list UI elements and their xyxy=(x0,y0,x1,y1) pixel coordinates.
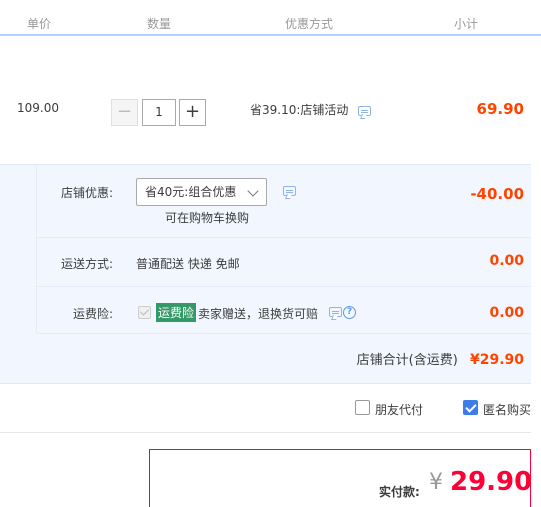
chat-icon[interactable] xyxy=(283,186,296,196)
divider xyxy=(37,286,531,287)
shop-total-label: 店铺合计(含运费) xyxy=(356,353,458,368)
shop-discount-label: 店铺优惠: xyxy=(61,186,114,200)
anonymous-label[interactable]: 匿名购买 xyxy=(483,401,531,418)
shop-total-amount: ¥29.90 xyxy=(469,352,524,368)
shop-discount-select[interactable]: 省40元:组合优惠 xyxy=(136,178,267,206)
shipping-insurance-text: 卖家赠送，退换货可赔 xyxy=(198,307,319,321)
shipping-insurance-checkbox xyxy=(138,306,151,319)
shop-total: 店铺合计(含运费) ¥29.90 xyxy=(357,349,524,368)
chevron-down-icon xyxy=(247,185,259,197)
divider xyxy=(37,237,531,238)
divider xyxy=(36,165,37,333)
shipping-amount: 0.00 xyxy=(489,253,524,269)
item-promo: 省39.10:店铺活动 xyxy=(250,101,372,118)
payment-amount: 29.90 xyxy=(450,467,533,497)
anonymous-checkbox[interactable] xyxy=(463,400,478,415)
currency-symbol: ¥ xyxy=(429,470,443,495)
item-subtotal: 69.90 xyxy=(476,100,524,118)
column-header: 单价 数量 优惠方式 小计 xyxy=(0,0,541,36)
shipping-label: 运送方式: xyxy=(61,257,114,271)
shipping-insurance-label: 运费险: xyxy=(73,307,114,321)
help-icon[interactable]: ? xyxy=(343,306,356,319)
col-unit-price: 单价 xyxy=(27,17,52,31)
divider xyxy=(37,333,531,334)
shop-discount-amount: -40.00 xyxy=(470,185,524,203)
chat-icon[interactable] xyxy=(358,105,372,116)
chat-icon[interactable] xyxy=(329,307,342,317)
shipping-method: 普通配送 快递 免邮 xyxy=(136,257,240,271)
quantity-input[interactable]: 1 xyxy=(142,99,176,126)
col-discount: 优惠方式 xyxy=(285,17,334,31)
increase-quantity-button[interactable]: + xyxy=(179,99,206,126)
shipping-insurance-highlight: 运费险 xyxy=(156,303,197,322)
col-quantity: 数量 xyxy=(147,17,172,31)
divider xyxy=(0,432,531,433)
decrease-quantity-button[interactable]: − xyxy=(111,99,138,126)
payment-label: 实付款: xyxy=(379,485,420,499)
payment-summary: 实付款: ¥ 29.90 xyxy=(149,449,533,507)
item-promo-text: 省39.10:店铺活动 xyxy=(250,103,349,117)
unit-price: 109.00 xyxy=(17,101,59,115)
shipping-insurance-amount: 0.00 xyxy=(489,305,524,321)
col-subtotal: 小计 xyxy=(454,17,479,31)
shop-discount-selected: 省40元:组合优惠 xyxy=(145,185,237,199)
friend-pay-label[interactable]: 朋友代付 xyxy=(375,401,423,418)
friend-pay-checkbox[interactable] xyxy=(355,400,370,415)
shop-discount-hint: 可在购物车换购 xyxy=(165,211,250,225)
